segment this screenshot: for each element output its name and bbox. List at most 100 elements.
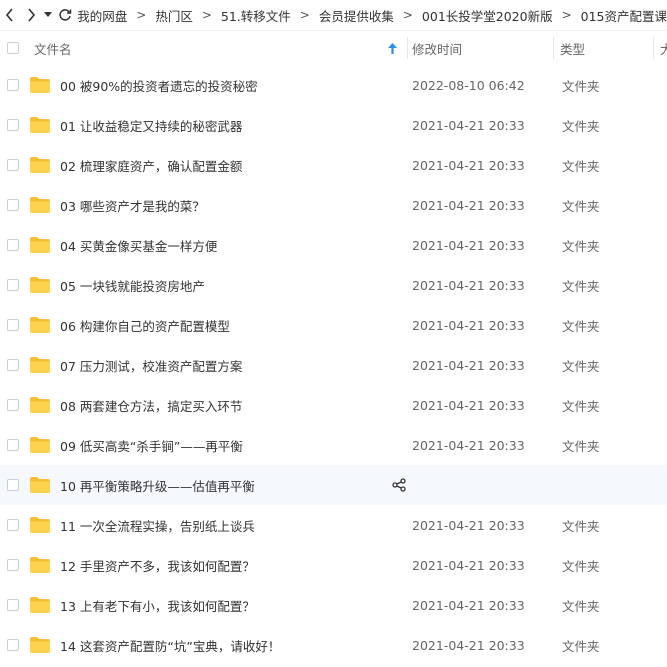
file-row[interactable]: 14 这套资产配置防“坑”宝典，请收好！ 2021-04-21 20:33 文件夹 [0,625,667,665]
file-name[interactable]: 03 哪些资产才是我的菜？ [60,196,205,215]
row-checkbox-cell [0,239,26,251]
row-checkbox[interactable] [7,479,19,491]
row-checkbox[interactable] [7,519,19,531]
file-row[interactable]: 05 一块钱就能投资房地产 2021-04-21 20:33 文件夹 [0,265,667,305]
row-checkbox-cell [0,319,26,331]
row-checkbox[interactable] [7,639,19,651]
row-checkbox[interactable] [7,199,19,211]
select-all-checkbox[interactable] [7,42,19,54]
breadcrumb-item[interactable]: 会员提供收集 [319,6,394,25]
file-row[interactable]: 00 被90%的投资者遗忘的投资秘密 2022-08-10 06:42 文件夹 [0,65,667,105]
breadcrumb-item[interactable]: 我的网盘 [77,6,127,25]
file-row[interactable]: 01 让收益稳定又持续的秘密武器 2021-04-21 20:33 文件夹 [0,105,667,145]
file-name[interactable]: 10 再平衡策略升级——估值再平衡 [60,476,255,495]
breadcrumb-item[interactable]: 001长投学堂2020新版 [422,6,553,25]
row-checkbox[interactable] [7,359,19,371]
file-row[interactable]: 09 低买高卖“杀手锏”——再平衡 2021-04-21 20:33 文件夹 [0,425,667,465]
file-modified-date: 2021-04-21 20:33 [412,237,525,253]
row-checkbox[interactable] [7,79,19,91]
file-name[interactable]: 04 买黄金像买基金一样方便 [60,236,217,255]
row-checkbox[interactable] [7,159,19,171]
file-row[interactable]: 13 上有老下有小，我该如何配置？ 2021-04-21 20:33 文件夹 [0,585,667,625]
file-name-cell: 09 低买高卖“杀手锏”——再平衡 [52,425,410,465]
folder-icon [30,197,52,213]
file-name[interactable]: 13 上有老下有小，我该如何配置？ [60,596,255,615]
column-header-type[interactable]: 类型 [554,31,654,65]
file-row[interactable]: 11 一次全流程实操，告别纸上谈兵 2021-04-21 20:33 文件夹 [0,505,667,545]
row-checkbox-cell [0,119,26,131]
file-row[interactable]: 07 压力测试，校准资产配置方案 2021-04-21 20:33 文件夹 [0,345,667,385]
column-header-size[interactable]: 大 [654,31,667,65]
back-button[interactable] [0,0,21,30]
select-all-cell [0,31,26,65]
column-size-label: 大 [660,41,667,57]
file-modified-date: 2021-04-21 20:33 [412,277,525,293]
row-checkbox[interactable] [7,119,19,131]
row-checkbox-cell [0,639,26,651]
folder-icon [30,437,52,453]
file-row[interactable]: 10 再平衡策略升级——估值再平衡 [0,465,667,505]
file-name[interactable]: 12 手里资产不多，我该如何配置？ [60,556,255,575]
file-name[interactable]: 14 这套资产配置防“坑”宝典，请收好！ [60,636,280,655]
file-name[interactable]: 02 梳理家庭资产，确认配置金额 [60,156,242,175]
row-checkbox[interactable] [7,279,19,291]
file-modified-date: 2021-04-21 20:33 [412,517,525,533]
file-list: 00 被90%的投资者遗忘的投资秘密 2022-08-10 06:42 文件夹 01 … [0,65,667,665]
breadcrumb-item[interactable]: 015资产配置课 [581,6,667,25]
caret-down-icon [44,12,53,17]
sort-asc-arrow-icon [388,43,397,54]
file-modified-date: 2021-04-21 20:33 [412,597,525,613]
folder-icon [30,477,52,493]
row-checkbox[interactable] [7,319,19,331]
file-name[interactable]: 07 压力测试，校准资产配置方案 [60,356,242,375]
row-checkbox[interactable] [7,239,19,251]
file-type: 文件夹 [562,638,600,654]
file-modified-date: 2021-04-21 20:33 [412,637,525,653]
file-row[interactable]: 02 梳理家庭资产，确认配置金额 2021-04-21 20:33 文件夹 [0,145,667,185]
chevron-right-icon [28,8,36,22]
breadcrumb-item[interactable]: 热门区 [155,6,193,25]
forward-button[interactable] [21,0,42,30]
folder-icon [30,157,52,173]
row-checkbox[interactable] [7,599,19,611]
folder-icon [30,237,52,253]
file-type: 文件夹 [562,358,600,374]
file-row[interactable]: 08 两套建仓方法，搞定买入环节 2021-04-21 20:33 文件夹 [0,385,667,425]
chevron-left-icon [6,8,14,22]
folder-icon [30,637,52,653]
file-row[interactable]: 03 哪些资产才是我的菜？ 2021-04-21 20:33 文件夹 [0,185,667,225]
file-name[interactable]: 00 被90%的投资者遗忘的投资秘密 [60,76,258,95]
column-header-modified[interactable]: 修改时间 [408,31,554,65]
file-modified-date: 2021-04-21 20:33 [412,357,525,373]
file-row[interactable]: 04 买黄金像买基金一样方便 2021-04-21 20:33 文件夹 [0,225,667,265]
file-name[interactable]: 08 两套建仓方法，搞定买入环节 [60,396,242,415]
file-name[interactable]: 05 一块钱就能投资房地产 [60,276,205,295]
row-action-bar [382,465,410,505]
file-type: 文件夹 [562,238,600,254]
history-dropdown-button[interactable] [42,0,55,30]
file-name[interactable]: 11 一次全流程实操，告别纸上谈兵 [60,516,255,535]
breadcrumb-separator: > [402,8,413,22]
column-modified-label: 修改时间 [412,41,463,57]
breadcrumb-item[interactable]: 51.转移文件 [221,6,291,25]
file-type: 文件夹 [562,158,600,174]
row-checkbox[interactable] [7,399,19,411]
column-header-name[interactable]: 文件名 [26,31,408,65]
folder-icon [30,77,52,93]
column-type-label: 类型 [560,41,586,57]
refresh-button[interactable] [54,0,75,30]
file-name[interactable]: 09 低买高卖“杀手锏”——再平衡 [60,436,243,455]
column-name-label: 文件名 [34,41,72,57]
share-button[interactable] [382,465,410,505]
file-name-cell: 03 哪些资产才是我的菜？ [52,185,410,225]
file-row[interactable]: 06 构建你自己的资产配置模型 2021-04-21 20:33 文件夹 [0,305,667,345]
file-row[interactable]: 12 手里资产不多，我该如何配置？ 2021-04-21 20:33 文件夹 [0,545,667,585]
file-name[interactable]: 01 让收益稳定又持续的秘密武器 [60,116,242,135]
folder-icon [30,317,52,333]
row-checkbox-cell [0,519,26,531]
file-name[interactable]: 06 构建你自己的资产配置模型 [60,316,230,335]
row-checkbox[interactable] [7,559,19,571]
row-checkbox[interactable] [7,439,19,451]
file-name-cell: 12 手里资产不多，我该如何配置？ [52,545,410,585]
row-checkbox-cell [0,199,26,211]
